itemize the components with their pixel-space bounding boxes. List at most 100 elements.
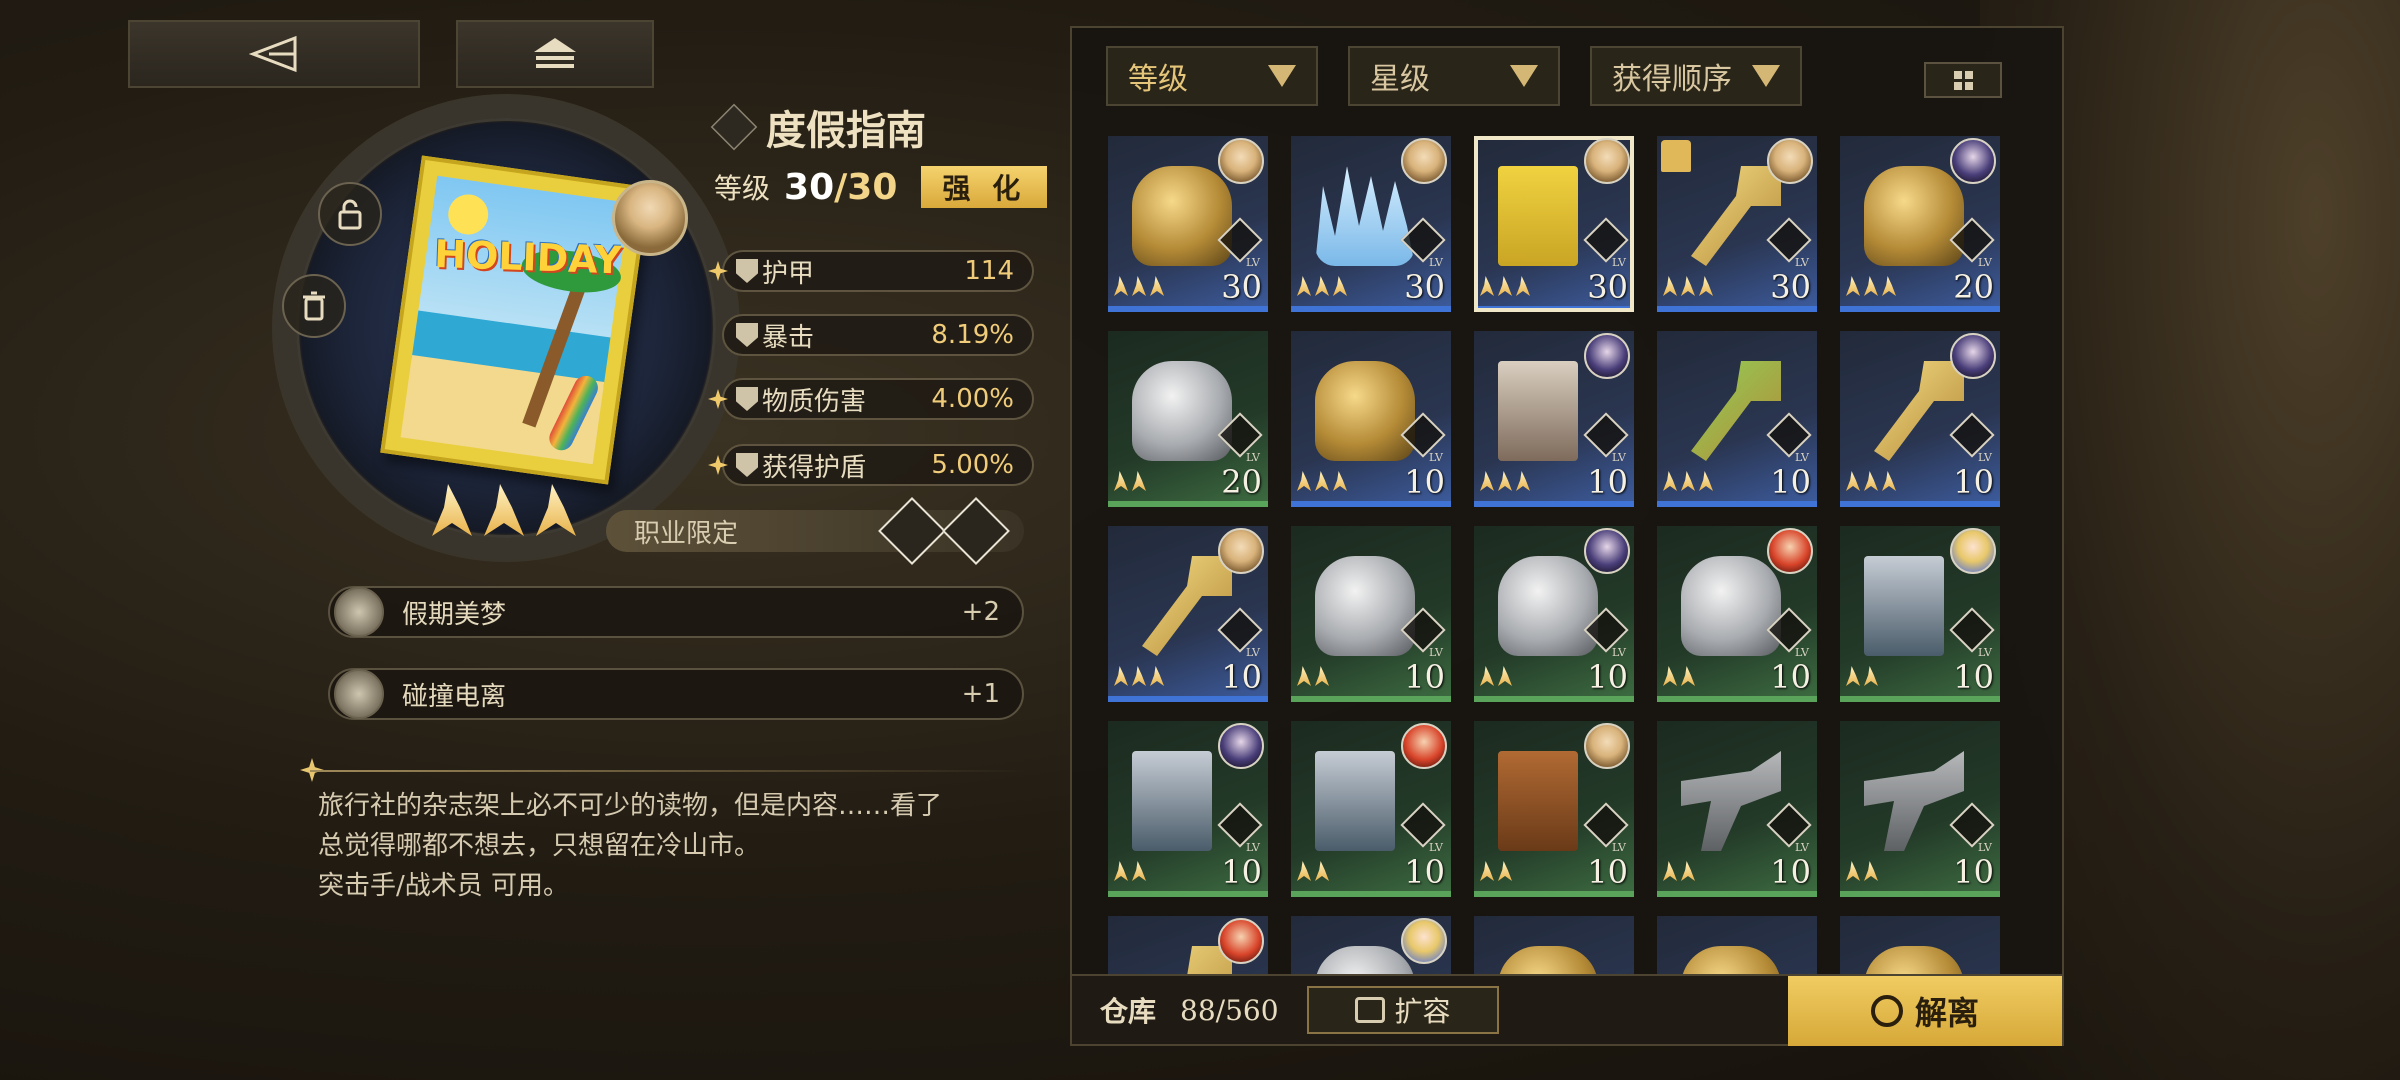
item-thumbnail (1315, 361, 1415, 461)
sort-star-dropdown[interactable]: 星级 (1348, 46, 1560, 106)
grid-view-toggle[interactable] (1924, 62, 2002, 98)
inventory-card[interactable]: LV 30 (1657, 136, 1817, 312)
star-icon (1315, 471, 1329, 491)
star-icon (1114, 276, 1128, 296)
unlock-icon (338, 199, 362, 230)
armor-icon (736, 259, 758, 283)
star-icon (1681, 666, 1695, 686)
enhance-button[interactable]: 强 化 (921, 166, 1048, 208)
class-restriction-row: 职业限定 (606, 497, 1024, 565)
home-icon (534, 38, 576, 68)
star-icon (1699, 471, 1713, 491)
item-level: 20 (1953, 268, 1994, 306)
skill-row-holiday-dream[interactable]: 假期美梦 +2 (328, 586, 1024, 638)
star-icon (1498, 276, 1512, 296)
star-icon (1663, 471, 1677, 491)
inventory-card[interactable]: LV 10 (1474, 526, 1634, 702)
star-icon (1480, 276, 1494, 296)
level-max: /30 (834, 166, 898, 208)
equipped-by-avatar (1767, 528, 1813, 574)
item-level: 10 (1770, 463, 1811, 501)
card-star-rating (1480, 276, 1530, 296)
star-icon (1864, 666, 1878, 686)
inventory-card[interactable]: LV 30 (1474, 136, 1634, 312)
card-star-rating (1297, 276, 1347, 296)
stat-value: 114 (964, 256, 1014, 286)
inventory-card[interactable]: LV 10 (1291, 721, 1451, 897)
inventory-card[interactable]: LV 30 (1108, 136, 1268, 312)
item-thumbnail (1132, 751, 1212, 851)
item-thumbnail (1315, 556, 1415, 656)
inventory-card[interactable]: LV 10 (1840, 526, 2000, 702)
storage-bar: 仓库 88/560 扩容 解离 (1072, 974, 2062, 1046)
dismantle-button[interactable]: 解离 (1788, 976, 2062, 1046)
lock-toggle-button[interactable] (318, 182, 382, 246)
star-icon (1516, 276, 1530, 296)
equipped-by-avatar (1950, 333, 1996, 379)
star-icon (1315, 276, 1329, 296)
triangle-down-icon (1752, 65, 1780, 87)
star-icon (1846, 471, 1860, 491)
equipped-by-avatar (1584, 723, 1630, 769)
inventory-card[interactable]: LV 10 (1657, 721, 1817, 897)
home-button[interactable] (456, 20, 654, 88)
sort-level-dropdown[interactable]: 等级 (1106, 46, 1318, 106)
inventory-card[interactable]: LV 10 (1657, 526, 1817, 702)
skill-row-impact-ionization[interactable]: 碰撞电离 +1 (328, 668, 1024, 720)
inventory-card[interactable]: LV 20 (1108, 331, 1268, 507)
item-thumbnail (1691, 361, 1781, 461)
inventory-card[interactable]: LV 10 (1840, 721, 2000, 897)
item-level: 10 (1770, 853, 1811, 891)
filter-label: 等级 (1128, 62, 1188, 97)
item-thumbnail (1132, 361, 1232, 461)
card-star-rating (1114, 861, 1146, 881)
tactician-class-icon (942, 497, 1010, 565)
star-icon (1315, 666, 1329, 686)
card-star-rating (1114, 666, 1164, 686)
heart-skill-icon (334, 587, 384, 637)
inventory-scroll-area[interactable]: LV 30 LV 30 LV 30 LV 30 LV 20 LV 20 LV 10 LV 10 LV 10 LV 10… (1108, 136, 2008, 996)
item-thumbnail (1498, 361, 1578, 461)
inventory-card[interactable]: LV 10 (1474, 721, 1634, 897)
item-thumbnail (1864, 166, 1964, 266)
inventory-card[interactable]: LV 30 (1291, 136, 1451, 312)
star-icon (1480, 471, 1494, 491)
equipped-character-avatar[interactable] (612, 180, 688, 256)
star-icon (1132, 861, 1146, 881)
inventory-card[interactable]: LV 10 (1108, 526, 1268, 702)
equipped-by-avatar (1584, 528, 1630, 574)
inventory-card[interactable]: LV 10 (1474, 331, 1634, 507)
equipped-by-avatar (1401, 918, 1447, 964)
item-thumbnail (1498, 556, 1598, 656)
trash-icon (303, 291, 325, 321)
star-icon (1498, 666, 1512, 686)
delete-button[interactable] (282, 274, 346, 338)
item-level: 10 (1953, 853, 1994, 891)
inventory-card[interactable]: LV 10 (1291, 331, 1451, 507)
level-current: 30 (784, 166, 835, 208)
level-value: 30/30 (784, 167, 897, 208)
item-name-row: 度假指南 (710, 98, 926, 156)
star-icon (1846, 276, 1860, 296)
inventory-card[interactable]: LV 10 (1657, 331, 1817, 507)
back-button[interactable] (128, 20, 420, 88)
equipped-by-avatar (1950, 528, 1996, 574)
item-thumbnail (1315, 166, 1415, 266)
inventory-card[interactable]: LV 20 (1840, 136, 2000, 312)
stat-highlight-spark-icon (708, 455, 728, 475)
star-icon (1297, 666, 1311, 686)
item-level: 10 (1404, 853, 1445, 891)
equipped-by-avatar (1218, 918, 1264, 964)
card-star-rating (1480, 471, 1530, 491)
inventory-card[interactable]: LV 10 (1108, 721, 1268, 897)
item-thumbnail (1681, 751, 1781, 851)
item-thumbnail (1874, 361, 1964, 461)
card-star-rating (1663, 861, 1695, 881)
sort-acquired-dropdown[interactable]: 获得顺序 (1590, 46, 1802, 106)
star-icon (1114, 471, 1128, 491)
card-star-rating (1114, 276, 1164, 296)
expand-storage-button[interactable]: 扩容 (1306, 986, 1499, 1034)
inventory-card[interactable]: LV 10 (1840, 331, 2000, 507)
inventory-card[interactable]: LV 10 (1291, 526, 1451, 702)
item-level-row: 等级 30/30 强 化 (714, 166, 1048, 208)
